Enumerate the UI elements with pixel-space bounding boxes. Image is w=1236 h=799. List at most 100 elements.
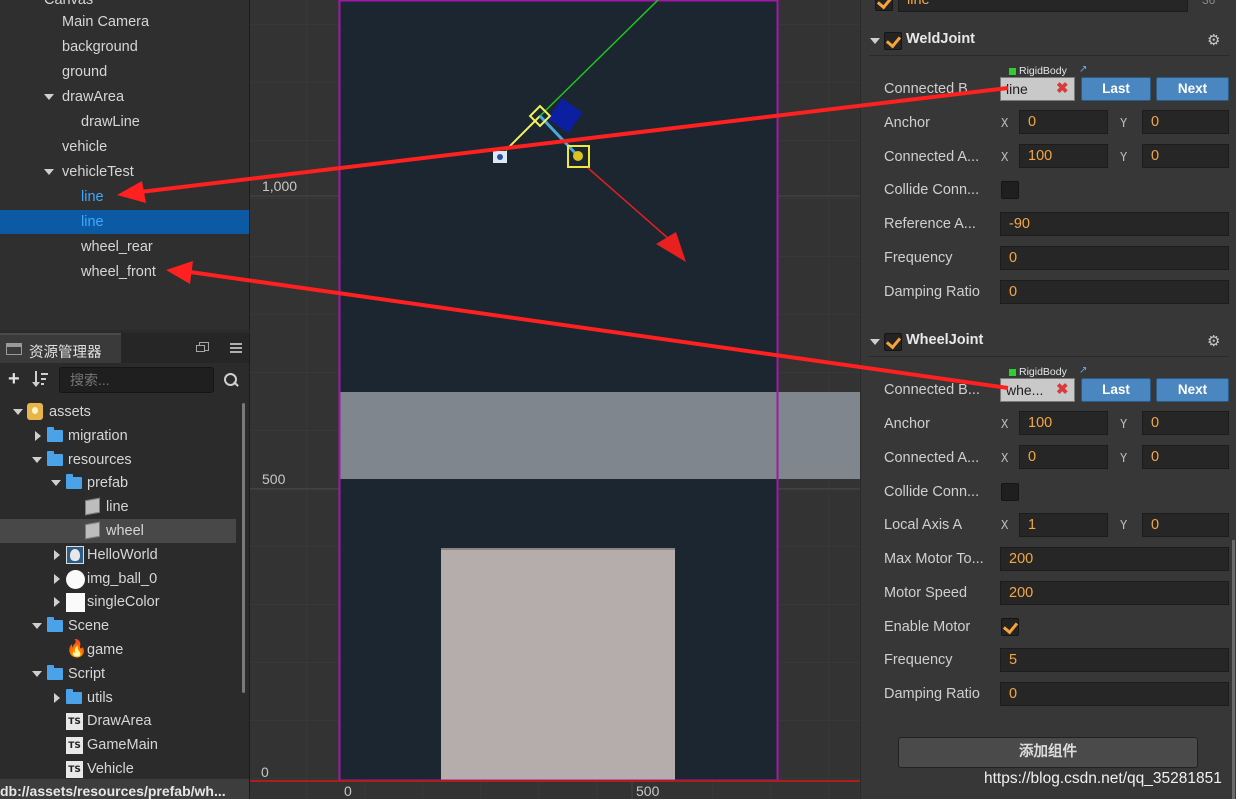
- weld-damping-field[interactable]: 0: [1000, 280, 1229, 304]
- collapsed-arrow-icon[interactable]: [54, 692, 60, 703]
- hierarchy-item[interactable]: line: [0, 185, 249, 209]
- asset-item[interactable]: line: [0, 495, 240, 519]
- folder-icon: [66, 688, 82, 704]
- weld-reference-angle-field[interactable]: -90: [1000, 212, 1229, 236]
- asset-item[interactable]: TS GameMain: [0, 733, 240, 757]
- expanded-arrow-icon[interactable]: [32, 623, 42, 630]
- hierarchy-item[interactable]: background: [0, 35, 249, 59]
- asset-item[interactable]: utils: [0, 686, 240, 710]
- wheel-connected-anchor-x-field[interactable]: 0: [1019, 445, 1108, 469]
- component-enable-checkbox[interactable]: [875, 0, 893, 11]
- asset-search-input[interactable]: [59, 367, 214, 393]
- wheel-local-axis-y-field[interactable]: 0: [1142, 513, 1229, 537]
- expanded-arrow-icon[interactable]: [32, 456, 42, 463]
- assets-scrollbar[interactable]: [242, 403, 245, 693]
- wheel-local-axis-x-field[interactable]: 1: [1019, 513, 1108, 537]
- ground-sprite: [339, 392, 860, 479]
- wheel-collide-checkbox[interactable]: [1001, 483, 1019, 501]
- asset-item[interactable]: TS DrawArea: [0, 709, 240, 733]
- wheel-max-motor-field[interactable]: 200: [1000, 547, 1229, 571]
- hierarchy-item[interactable]: Main Camera: [0, 10, 249, 34]
- assets-tab[interactable]: 资源管理器: [0, 333, 121, 363]
- asset-item[interactable]: HelloWorld: [0, 543, 240, 567]
- asset-item[interactable]: wheel: [0, 519, 236, 543]
- asset-item[interactable]: img_ball_0: [0, 567, 240, 591]
- hierarchy-item[interactable]: vehicleTest: [0, 160, 249, 184]
- collapsed-arrow-icon[interactable]: [35, 430, 41, 441]
- hierarchy-item[interactable]: drawLine: [0, 110, 249, 134]
- wheel-anchor-x-field[interactable]: 100: [1019, 411, 1108, 435]
- weld-last-button[interactable]: Last: [1081, 77, 1151, 101]
- wheel-last-button[interactable]: Last: [1081, 378, 1151, 402]
- x-axis-label: X: [1001, 116, 1009, 130]
- collapsed-arrow-icon[interactable]: [54, 573, 60, 584]
- weld-frequency-field[interactable]: 0: [1000, 246, 1229, 270]
- hierarchy-item[interactable]: ground: [0, 60, 249, 84]
- popout-icon[interactable]: [196, 342, 209, 352]
- prefab-icon: [85, 497, 100, 516]
- weldjoint-enable-checkbox[interactable]: [884, 32, 902, 50]
- gear-icon[interactable]: ⚙: [1207, 333, 1223, 349]
- collapse-arrow-icon[interactable]: [870, 38, 880, 44]
- weld-anchor-x-field[interactable]: 0: [1019, 110, 1108, 134]
- expanded-arrow-icon[interactable]: [51, 480, 61, 487]
- node-name-field[interactable]: line: [898, 0, 1188, 12]
- clear-icon[interactable]: ✖: [1056, 78, 1069, 100]
- hierarchy-item[interactable]: wheel_rear: [0, 235, 249, 259]
- wheel-connected-anchor-y-field[interactable]: 0: [1142, 445, 1229, 469]
- wheel-max-motor-label: Max Motor To...: [884, 551, 984, 567]
- hierarchy-item[interactable]: vehicle: [0, 135, 249, 159]
- link-icon[interactable]: ↗: [1079, 366, 1090, 376]
- weld-anchor-y-field[interactable]: 0: [1142, 110, 1229, 134]
- link-icon[interactable]: ↗: [1079, 65, 1090, 75]
- asset-item[interactable]: Scene: [0, 614, 240, 638]
- search-icon[interactable]: [224, 373, 239, 387]
- menu-icon[interactable]: [230, 343, 242, 353]
- gear-icon[interactable]: ⚙: [1207, 32, 1223, 48]
- wheel-enable-motor-checkbox[interactable]: [1001, 618, 1019, 636]
- weld-connected-anchor-x-field[interactable]: 100: [1019, 144, 1108, 168]
- wheeljoint-enable-checkbox[interactable]: [884, 333, 902, 351]
- sort-icon[interactable]: [32, 371, 50, 389]
- asset-item[interactable]: Script: [0, 662, 240, 686]
- expanded-arrow-icon[interactable]: [32, 670, 42, 677]
- asset-item[interactable]: migration: [0, 424, 240, 448]
- hierarchy-item[interactable]: wheel_front: [0, 260, 249, 284]
- weld-connected-anchor-y-field[interactable]: 0: [1142, 144, 1229, 168]
- asset-item[interactable]: singleColor: [0, 590, 240, 614]
- weldjoint-header[interactable]: WeldJoint ⚙: [861, 29, 1236, 53]
- weld-connected-body-field[interactable]: line ✖: [1000, 77, 1075, 101]
- collapsed-arrow-icon[interactable]: [54, 549, 60, 560]
- expanded-arrow-icon[interactable]: [13, 409, 23, 415]
- weld-next-button[interactable]: Next: [1156, 77, 1229, 101]
- hierarchy-item[interactable]: drawArea: [0, 85, 249, 109]
- wheel-damping-field[interactable]: 0: [1000, 682, 1229, 706]
- collapse-arrow-icon[interactable]: [870, 339, 880, 345]
- clear-icon[interactable]: ✖: [1056, 379, 1069, 401]
- scene-canvas[interactable]: 1,000 500 0 0 500: [250, 0, 860, 799]
- asset-item-label: Script: [68, 665, 106, 682]
- wheel-connected-body-field[interactable]: whe... ✖: [1000, 378, 1075, 402]
- asset-item-label: assets: [49, 404, 91, 420]
- asset-item[interactable]: resources: [0, 448, 240, 472]
- weld-collide-checkbox[interactable]: [1001, 181, 1019, 199]
- wheel-frequency-field[interactable]: 5: [1000, 648, 1229, 672]
- add-asset-icon[interactable]: +: [8, 369, 22, 389]
- expand-arrow-icon[interactable]: [44, 94, 54, 100]
- wheel-motor-speed-field[interactable]: 200: [1000, 581, 1229, 605]
- wheel-next-button[interactable]: Next: [1156, 378, 1229, 402]
- add-component-button[interactable]: 添加组件: [898, 737, 1198, 768]
- asset-item[interactable]: 🔥 game: [0, 638, 240, 662]
- collapsed-arrow-icon[interactable]: [54, 597, 60, 608]
- expand-arrow-icon[interactable]: [44, 169, 54, 175]
- asset-item[interactable]: prefab: [0, 471, 240, 495]
- asset-item[interactable]: TS Vehicle: [0, 757, 240, 778]
- hierarchy-item[interactable]: line: [0, 210, 249, 234]
- scene-view[interactable]: 1,000 500 0 0 500: [250, 0, 860, 799]
- wheel-anchor-y-field[interactable]: 0: [1142, 411, 1229, 435]
- inspector-scrollbar[interactable]: [1232, 540, 1235, 799]
- asset-item[interactable]: assets: [0, 400, 240, 424]
- y-tick-label: 500: [262, 471, 286, 487]
- top-right-value: 36: [1202, 0, 1216, 7]
- wheeljoint-header[interactable]: WheelJoint ⚙: [861, 330, 1236, 354]
